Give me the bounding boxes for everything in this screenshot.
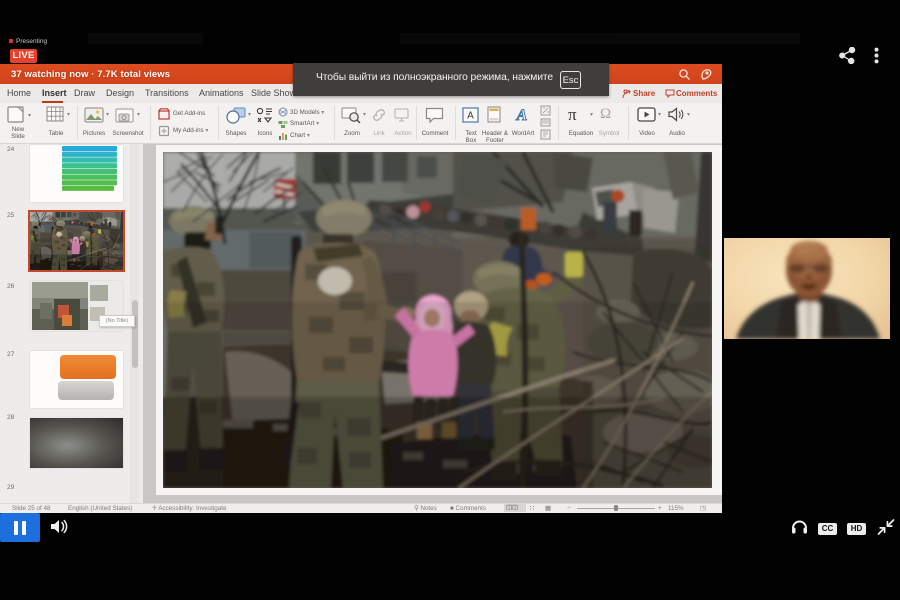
svg-text:A: A (467, 111, 474, 122)
svg-text:A: A (516, 107, 528, 123)
